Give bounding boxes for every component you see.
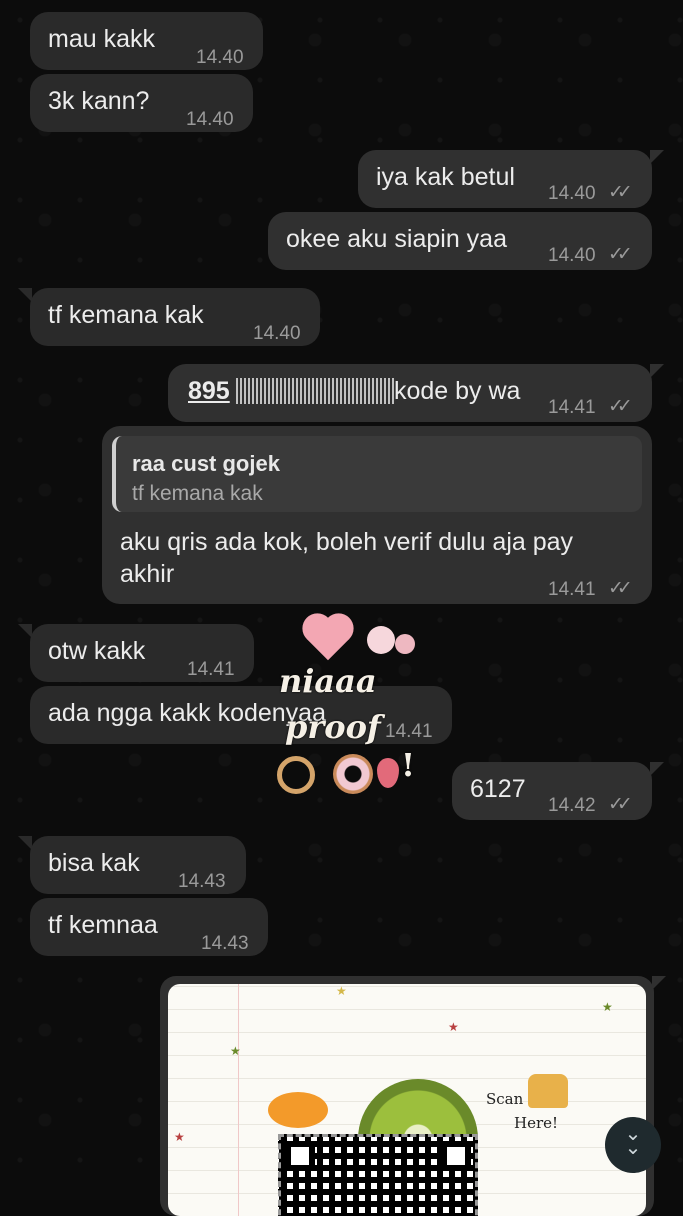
watermark-word-2: proof xyxy=(285,708,381,746)
message-outgoing[interactable]: 6127 14.42 ✓✓ xyxy=(452,762,652,820)
decor-dot xyxy=(395,634,415,654)
read-ticks-icon: ✓✓ xyxy=(608,794,633,815)
star-icon: ★ xyxy=(336,984,347,998)
read-ticks-icon: ✓✓ xyxy=(608,182,633,203)
double-chevron-down-icon: ⌄ ⌄ xyxy=(624,1123,642,1159)
message-text: tf kemana kak xyxy=(48,301,204,329)
heart-icon xyxy=(306,617,350,661)
watermark-word-1: niaaa xyxy=(279,662,377,700)
message-time: 14.40 xyxy=(548,245,596,266)
message-incoming[interactable]: tf kemana kak 14.40 xyxy=(30,288,320,346)
qris-image[interactable]: ★ ★ ★ ★ ★ Scan Here! xyxy=(168,984,646,1216)
message-text: 6127 xyxy=(470,775,526,803)
message-incoming[interactable]: bisa kak 14.43 xyxy=(30,836,246,894)
quoted-sender-name: raa cust gojek xyxy=(132,451,280,476)
pretzel-icon xyxy=(277,756,315,794)
message-text-line2: akhir xyxy=(120,560,175,588)
quoted-message[interactable]: raa cust gojek tf kemana kak xyxy=(112,436,642,512)
star-icon: ★ xyxy=(174,1130,185,1144)
message-outgoing[interactable]: okee aku siapin yaa 14.40 ✓✓ xyxy=(268,212,652,270)
message-outgoing[interactable]: iya kak betul 14.40 ✓✓ xyxy=(358,150,652,208)
message-time: 14.41 xyxy=(548,579,596,600)
message-time: 14.43 xyxy=(178,871,226,892)
message-text: 3k kann? xyxy=(48,87,150,115)
star-icon: ★ xyxy=(230,1044,241,1058)
message-outgoing[interactable]: 895 kode by wa 14.41 ✓✓ xyxy=(168,364,652,422)
star-icon: ★ xyxy=(448,1020,459,1034)
message-text: tf kemnaa xyxy=(48,911,158,939)
message-incoming[interactable]: mau kakk 14.40 xyxy=(30,12,263,70)
scan-label: Scan xyxy=(486,1090,524,1108)
phone-number-text[interactable]: 895 xyxy=(188,376,230,407)
donut-icon xyxy=(333,754,373,794)
decor-dot xyxy=(367,626,395,654)
paper-margin-line xyxy=(238,984,239,1216)
redaction-scribble xyxy=(236,378,394,404)
message-incoming[interactable]: tf kemnaa 14.43 xyxy=(30,898,268,956)
read-ticks-icon: ✓✓ xyxy=(608,244,633,265)
qr-code[interactable] xyxy=(278,1134,478,1216)
message-time: 14.42 xyxy=(548,795,596,816)
message-time: 14.41 xyxy=(187,659,235,680)
message-incoming[interactable]: otw kakk 14.41 xyxy=(30,624,254,682)
bubble-tail xyxy=(650,150,664,164)
message-time: 14.41 xyxy=(548,397,596,418)
qr-finder xyxy=(441,1141,471,1171)
read-ticks-icon: ✓✓ xyxy=(608,578,633,599)
scroll-to-bottom-button[interactable]: ⌄ ⌄ xyxy=(605,1117,661,1173)
message-text: kode by wa xyxy=(394,377,521,405)
strawberry-icon xyxy=(377,758,399,788)
goldfish-icon xyxy=(268,1092,328,1128)
bubble-tail xyxy=(650,364,664,378)
message-incoming[interactable]: 3k kann? 14.40 xyxy=(30,74,253,132)
bubble-tail xyxy=(650,762,664,776)
star-icon: ★ xyxy=(602,1000,613,1014)
message-time: 14.40 xyxy=(196,47,244,68)
read-ticks-icon: ✓✓ xyxy=(608,396,633,417)
message-time: 14.40 xyxy=(548,183,596,204)
message-time: 14.40 xyxy=(186,109,234,130)
message-text: bisa kak xyxy=(48,849,140,877)
qr-finder xyxy=(285,1141,315,1171)
message-time: 14.43 xyxy=(201,933,249,954)
image-message-outgoing[interactable]: ★ ★ ★ ★ ★ Scan Here! xyxy=(160,976,654,1216)
quoted-text: tf kemana kak xyxy=(132,482,263,505)
message-text: okee aku siapin yaa xyxy=(286,225,507,253)
message-text-line1: aku qris ada kok, boleh verif dulu aja p… xyxy=(120,528,574,556)
kiwi-icon xyxy=(358,1079,478,1139)
pudding-icon xyxy=(528,1074,568,1108)
here-label: Here! xyxy=(514,1114,559,1132)
message-text: mau kakk xyxy=(48,25,155,53)
watermark-sticker: niaaa proof ! xyxy=(255,608,445,798)
watermark-exclaim: ! xyxy=(401,746,416,784)
message-text: otw kakk xyxy=(48,637,146,665)
message-time: 14.40 xyxy=(253,323,301,344)
reply-message-outgoing[interactable]: raa cust gojek tf kemana kak aku qris ad… xyxy=(102,426,652,604)
bubble-tail xyxy=(652,976,666,990)
message-text: iya kak betul xyxy=(376,163,515,191)
